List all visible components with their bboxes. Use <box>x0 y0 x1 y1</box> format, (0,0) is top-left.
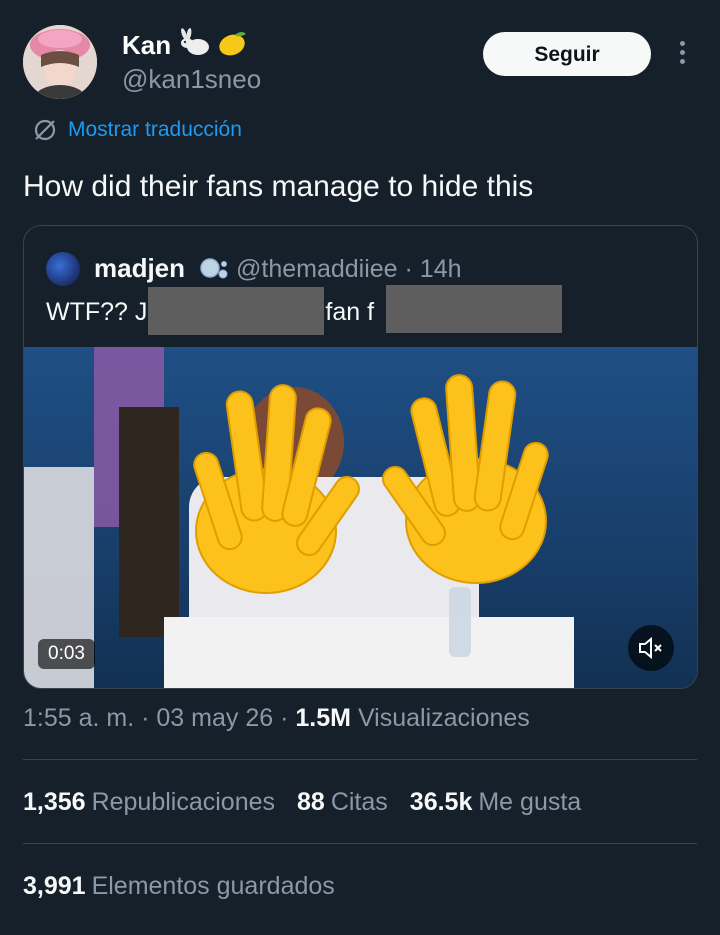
divider <box>23 759 697 760</box>
view-count: 1.5M <box>295 704 351 732</box>
raised-hand-icon <box>382 374 549 584</box>
lemon-icon <box>219 32 246 56</box>
follow-button[interactable]: Seguir <box>483 32 651 76</box>
tweet-header: Kan @kan1sneo Seguir <box>0 0 720 110</box>
tweet-date[interactable]: 03 may 26 <box>156 704 273 732</box>
tweet-meta: 1:55 a. m. · 03 may 26 · 1.5M Visualizac… <box>23 704 530 732</box>
censor-bar <box>148 287 324 335</box>
bookmarks-label: Elementos guardados <box>91 872 335 900</box>
author-avatar[interactable] <box>23 25 97 99</box>
likes-stat[interactable]: 36.5k Me gusta <box>410 788 581 817</box>
name-emojis <box>178 28 248 58</box>
quotes-count: 88 <box>297 788 325 816</box>
raised-hand-icon <box>193 384 360 594</box>
quotes-stat[interactable]: 88 Citas <box>297 788 388 817</box>
quoted-text-part: fan f <box>325 298 375 326</box>
quoted-author-avatar <box>46 252 80 286</box>
engagement-stats: 1,356 Republicaciones 88 Citas 36.5k Me gusta <box>23 788 603 817</box>
show-translation-link[interactable]: Mostrar traducción <box>32 117 242 143</box>
show-translation-label: Mostrar traducción <box>68 118 242 141</box>
tweet-text: How did their fans manage to hide this <box>23 170 534 203</box>
bubbles-icon <box>200 258 228 279</box>
tweet-time[interactable]: 1:55 a. m. <box>23 704 134 732</box>
censor-bar <box>386 285 562 333</box>
globe-slash-icon <box>34 119 56 141</box>
likes-label: Me gusta <box>478 788 582 816</box>
rabbit-icon <box>181 28 209 55</box>
view-label: Visualizaciones <box>357 704 530 732</box>
more-options-icon[interactable] <box>672 38 692 72</box>
divider <box>23 843 697 844</box>
reposts-stat[interactable]: 1,356 Republicaciones <box>23 788 275 817</box>
bookmarks-stat[interactable]: 3,991 Elementos guardados <box>23 872 335 901</box>
quotes-label: Citas <box>330 788 388 816</box>
mute-toggle-button[interactable] <box>628 625 674 671</box>
quoted-text-part: WTF?? J <box>46 298 148 326</box>
reposts-label: Republicaciones <box>91 788 276 816</box>
bookmarks-count: 3,991 <box>23 872 86 900</box>
speaker-muted-icon <box>639 636 662 660</box>
quoted-tweet[interactable]: madjen @themaddiiee · 14h WTF?? Jfan f! <box>23 225 698 689</box>
author-display-name[interactable]: Kan <box>122 30 171 61</box>
reposts-count: 1,356 <box>23 788 86 816</box>
likes-count: 36.5k <box>409 788 473 816</box>
quoted-author-name: madjen <box>94 253 186 283</box>
video-time-badge: 0:03 <box>38 639 95 669</box>
video-player[interactable]: 0:03 <box>24 347 697 688</box>
quoted-handle-time: @themaddiiee · 14h <box>236 255 462 283</box>
author-handle[interactable]: @kan1sneo <box>122 64 261 95</box>
